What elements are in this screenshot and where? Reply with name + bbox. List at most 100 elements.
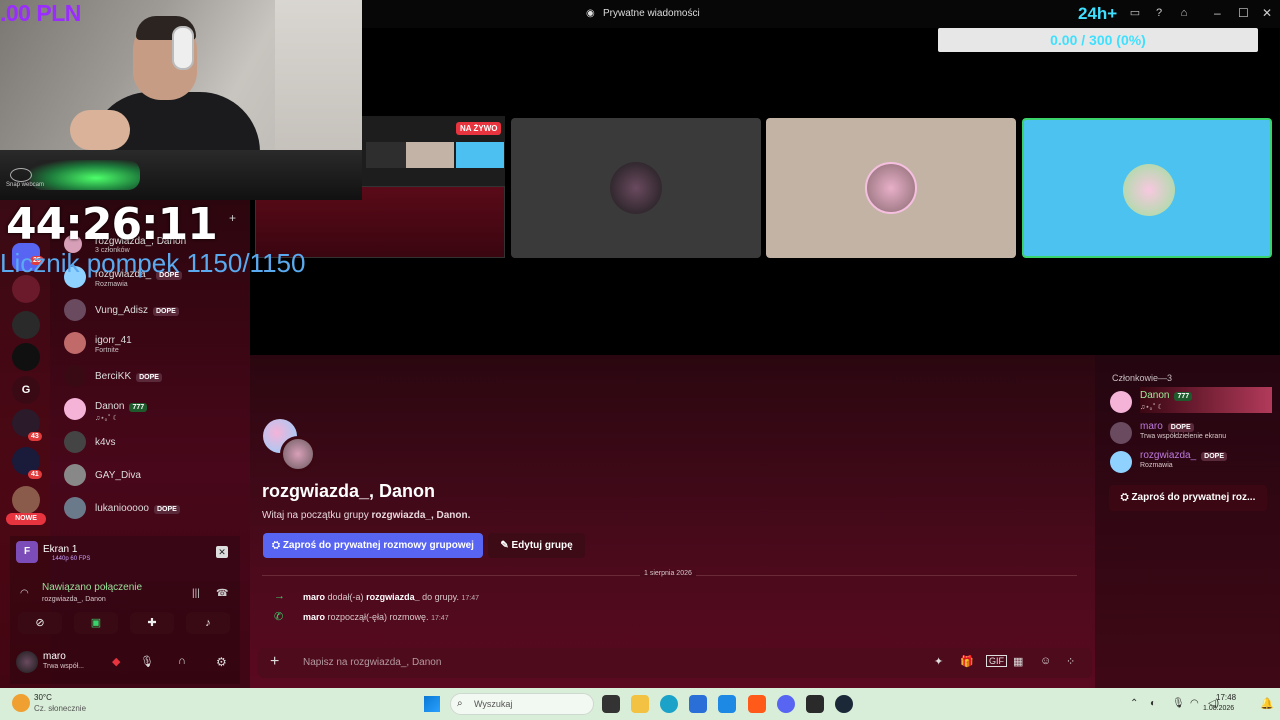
member-name: Danon 777 (1140, 390, 1193, 401)
broom-icon[interactable]: ⌂ (1178, 7, 1190, 19)
dm-item[interactable]: Danon 777 ♫⋆｡˚ ☾ (64, 398, 244, 428)
screen-share-button[interactable]: ▣ (74, 612, 118, 634)
headphones-icon[interactable]: ∩ (178, 655, 186, 667)
server-icon[interactable] (12, 275, 40, 303)
taskbar-search[interactable] (450, 693, 594, 715)
window-title: Prywatne wiadomości (603, 8, 700, 19)
dm-item[interactable]: GAY_Diva (64, 464, 244, 494)
camera-off-button[interactable]: ⊘ (18, 612, 62, 634)
member-status: ♫⋆｡˚ ☾ (1140, 404, 1164, 411)
dm-avatar (64, 299, 86, 321)
dm-item[interactable]: lukaniooooo DOPE (64, 497, 244, 527)
system-message: maro dodał(-a) rozgwiazda_ do grupy. 17:… (303, 592, 480, 602)
windows-start-icon[interactable] (424, 696, 440, 712)
gamepad-icon[interactable]: ◆ (112, 655, 120, 668)
notifications-icon[interactable]: 🔔 (1260, 697, 1274, 710)
dm-name: Vung_Adisz DOPE (95, 305, 179, 316)
steam-icon[interactable] (835, 695, 853, 713)
group-avatar (280, 436, 316, 472)
voice-channel[interactable]: rozgwiazda_, Danon (42, 596, 106, 603)
member-tag: DOPE (1201, 452, 1227, 461)
activities-button[interactable]: ✚ (130, 612, 174, 634)
dm-avatar (64, 332, 86, 354)
server-icon[interactable] (12, 343, 40, 371)
obs-icon[interactable] (806, 695, 824, 713)
dm-item[interactable]: k4vs (64, 431, 244, 461)
dm-tag: DOPE (153, 505, 180, 514)
server-icon[interactable] (12, 486, 40, 514)
participant-tile-maro[interactable] (511, 118, 761, 258)
server-icon-g[interactable]: G (12, 376, 40, 404)
voice-connected: Nawiązano połączenie (42, 582, 143, 593)
weather-icon[interactable] (12, 694, 30, 712)
wifi-icon[interactable]: ◠ (1190, 698, 1199, 709)
unread-badge: 41 (28, 470, 42, 479)
server-icon[interactable] (12, 311, 40, 339)
noise-suppression-icon[interactable]: ||| (192, 588, 200, 599)
clock-time[interactable]: 17:48 (1216, 693, 1236, 702)
chat-area (250, 355, 1095, 688)
outlook-icon[interactable] (718, 695, 736, 713)
gift-icon[interactable]: 🎁 (960, 655, 974, 668)
add-user-icon: ⛭ (1120, 492, 1132, 503)
member-item[interactable]: Danon 777 ♫⋆｡˚ ☾ (1110, 389, 1272, 415)
attach-plus-icon[interactable]: + (270, 653, 279, 671)
participant-tile-rozgwiazda[interactable] (1022, 118, 1272, 258)
signal-icon: ◠ (20, 588, 29, 599)
task-view-icon[interactable] (602, 695, 620, 713)
webcam-label: Snap webcam (6, 182, 45, 188)
dm-item[interactable]: Vung_Adisz DOPE (64, 299, 244, 329)
settings-gear-icon[interactable]: ⚙ (216, 655, 227, 669)
invite-to-group-button[interactable]: ⛭ Zaproś do prywatnej rozmowy grupowej (263, 533, 483, 558)
weather-temp[interactable]: 30°C (34, 693, 52, 702)
store-icon[interactable] (689, 695, 707, 713)
screen-title: Ekran 1 (43, 544, 78, 555)
dm-item[interactable]: BerciKK DOPE (64, 365, 244, 395)
discord-taskbar-icon[interactable] (777, 695, 795, 713)
member-invite-button[interactable]: ⛭ Zaproś do prywatnej roz... (1109, 485, 1267, 511)
member-tag: DOPE (1167, 423, 1194, 432)
gif-icon[interactable]: GIF (986, 655, 1007, 667)
member-item[interactable]: rozgwiazda_ DOPE Rozmawia (1110, 449, 1272, 475)
user-name[interactable]: maro (43, 651, 66, 662)
phone-icon: ✆ (274, 611, 284, 623)
unread-badge: 43 (28, 432, 42, 441)
emoji-icon[interactable]: ☺ (1040, 655, 1051, 667)
disconnect-icon[interactable]: ☎ (216, 588, 228, 599)
dm-item[interactable]: igorr_41 Fortnite (64, 332, 244, 362)
file-explorer-icon[interactable] (631, 695, 649, 713)
minimize-button[interactable]: – (1214, 6, 1221, 20)
microphone-icon[interactable]: 🎙 (140, 655, 154, 668)
group-title: rozgwiazda_, Danon (262, 481, 436, 501)
sticker-icon[interactable]: ▦ (1013, 655, 1023, 668)
boost-icon[interactable]: ✦ (934, 655, 943, 668)
new-badge: NOWE (6, 513, 46, 525)
message-input[interactable]: Napisz na rozgwiazda_, Danon (303, 657, 441, 668)
mic-tray-icon[interactable]: 🎙 (1172, 698, 1185, 709)
close-button[interactable]: ✕ (1262, 6, 1272, 20)
member-item[interactable]: maro DOPE Trwa współdzielenie ekranu (1110, 420, 1272, 446)
member-avatar (1110, 451, 1132, 473)
date-label: 1 sierpnia 2026 (640, 570, 696, 577)
help-icon[interactable]: ? (1153, 7, 1165, 19)
clock-date[interactable]: 1.08.2026 (1203, 705, 1234, 712)
apps-icon[interactable]: ⁘ (1066, 655, 1075, 668)
stop-share-icon[interactable]: ✕ (216, 546, 228, 558)
maximize-button[interactable]: ☐ (1238, 6, 1249, 20)
hours-badge: 24h+ (1078, 4, 1118, 23)
network-icon[interactable]: ◐ (1150, 698, 1156, 709)
participant-tile-danon[interactable] (766, 118, 1016, 258)
inbox-icon[interactable]: ▭ (1129, 7, 1141, 19)
tray-chevron-icon[interactable]: ⌃ (1130, 698, 1138, 709)
dm-status: Rozmawia (95, 281, 128, 288)
soundboard-button[interactable]: ♪ (186, 612, 230, 634)
dm-avatar (64, 365, 86, 387)
edge-icon[interactable] (660, 695, 678, 713)
user-avatar[interactable] (16, 651, 38, 673)
brave-icon[interactable] (748, 695, 766, 713)
participant-avatar (865, 162, 917, 214)
dm-tag: DOPE (136, 373, 162, 382)
edit-group-button[interactable]: ✎ Edytuj grupę (488, 533, 585, 558)
weather-desc[interactable]: Cz. słonecznie (34, 704, 86, 713)
add-dm-icon[interactable]: + (229, 211, 236, 225)
